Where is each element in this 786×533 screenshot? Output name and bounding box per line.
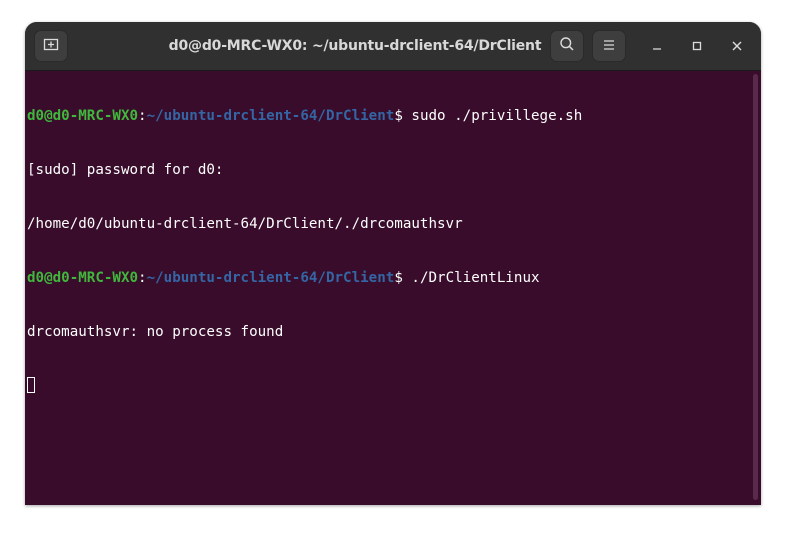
prompt-user-host: d0@d0-MRC-WX0 [27, 108, 139, 124]
terminal-line: /home/d0/ubuntu-drclient-64/DrClient/./d… [27, 215, 582, 233]
scrollbar[interactable] [753, 74, 758, 500]
maximize-button[interactable] [685, 34, 709, 58]
text-cursor [27, 377, 35, 393]
close-icon [731, 37, 743, 56]
output-text: /home/d0/ubuntu-drclient-64/DrClient/./d… [27, 216, 463, 232]
terminal-line [27, 377, 582, 395]
terminal-lines: d0@d0-MRC-WX0:~/ubuntu-drclient-64/DrCli… [27, 71, 582, 431]
search-button[interactable] [550, 30, 584, 62]
new-tab-icon [43, 36, 59, 56]
prompt-path: ~/ubuntu-drclient-64/DrClient [146, 108, 395, 124]
maximize-icon [691, 37, 703, 56]
title-bar[interactable]: d0@d0-MRC-WX0: ~/ubuntu-drclient-64/DrCl… [25, 22, 761, 71]
prompt-separator: : [138, 270, 147, 286]
terminal-line: d0@d0-MRC-WX0:~/ubuntu-drclient-64/DrCli… [27, 107, 582, 125]
terminal-line: drcomauthsvr: no process found [27, 323, 582, 341]
hamburger-menu-icon [602, 37, 616, 56]
new-tab-button[interactable] [34, 30, 68, 62]
window-title: d0@d0-MRC-WX0: ~/ubuntu-drclient-64/DrCl… [168, 38, 542, 54]
terminal-line: d0@d0-MRC-WX0:~/ubuntu-drclient-64/DrCli… [27, 269, 582, 287]
minimize-icon [651, 37, 663, 56]
search-icon [559, 36, 575, 56]
command-text: sudo ./privillege.sh [402, 108, 583, 124]
prompt-user-host: d0@d0-MRC-WX0 [27, 270, 139, 286]
prompt-separator: : [138, 108, 147, 124]
output-text: [sudo] password for d0: [27, 162, 224, 178]
close-button[interactable] [725, 34, 749, 58]
minimize-button[interactable] [645, 34, 669, 58]
prompt-symbol: $ [394, 108, 403, 124]
prompt-path: ~/ubuntu-drclient-64/DrClient [146, 270, 395, 286]
command-text: ./DrClientLinux [402, 270, 540, 286]
terminal-output-area[interactable]: d0@d0-MRC-WX0:~/ubuntu-drclient-64/DrCli… [25, 71, 761, 505]
terminal-window: d0@d0-MRC-WX0: ~/ubuntu-drclient-64/DrCl… [25, 22, 761, 505]
output-text: drcomauthsvr: no process found [27, 324, 284, 340]
terminal-line: [sudo] password for d0: [27, 161, 582, 179]
watermark-text: CSDN @d0_64IMP [672, 511, 768, 523]
menu-button[interactable] [592, 30, 626, 62]
prompt-symbol: $ [394, 270, 403, 286]
